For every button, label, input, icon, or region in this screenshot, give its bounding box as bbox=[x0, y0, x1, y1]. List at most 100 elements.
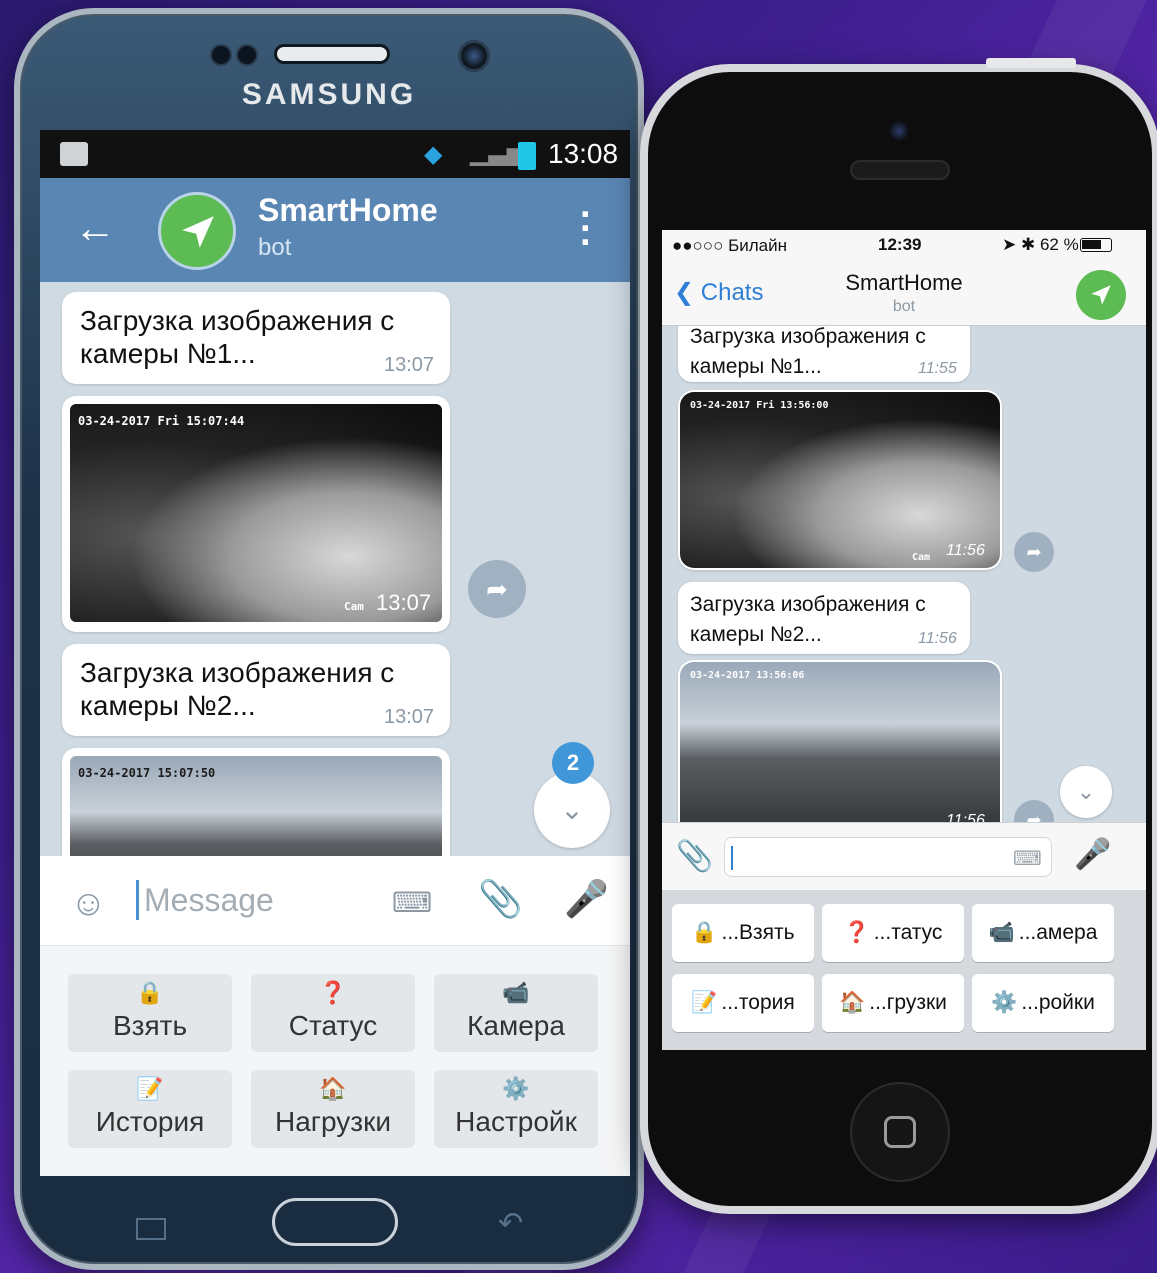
chat-subtitle: bot bbox=[258, 234, 292, 261]
bot-button-label: ...ройки bbox=[1021, 991, 1095, 1014]
carrier-label: ●●○○○ Билайн bbox=[672, 236, 787, 255]
house-icon: 🏠 bbox=[839, 991, 866, 1014]
message-input[interactable]: ⌨ bbox=[724, 837, 1052, 877]
battery-icon bbox=[518, 142, 536, 170]
gear-icon: ⚙️ bbox=[502, 1076, 530, 1101]
message-bubble[interactable]: Загрузка изображения с камеры №2... 11:5… bbox=[678, 582, 970, 654]
message-input-bar: 📎 ⌨ 🎤 bbox=[662, 822, 1146, 890]
keyboard-icon[interactable]: ⌨ bbox=[392, 886, 432, 919]
photo-timestamp: 03-24-2017 Fri 15:07:44 bbox=[78, 414, 245, 428]
home-button[interactable] bbox=[272, 1198, 398, 1246]
bot-button-label: ...тория bbox=[721, 991, 795, 1014]
battery-percent: 62 % bbox=[1039, 235, 1079, 254]
message-time: 11:55 bbox=[918, 360, 957, 377]
bot-keyboard: 🔒 Взять ❓ Статус 📹 Камера 📝 История 🏠 На… bbox=[40, 946, 630, 1176]
camera-photo[interactable]: 03-24-2017 Fri 13:56:00 Cam 11:56 bbox=[680, 392, 1000, 568]
scroll-down-button[interactable]: ⌄ bbox=[1060, 766, 1112, 818]
iphone: ●●○○○ Билайн 12:39 ➤ ✱ 62 % ❮ Chats Smar… bbox=[640, 58, 1157, 1214]
camera-photo[interactable]: 03-24-2017 15:07:50 bbox=[70, 756, 442, 856]
more-vertical-icon[interactable]: · · · bbox=[580, 196, 593, 262]
bot-button-kamera[interactable]: 📹 Камера bbox=[434, 974, 598, 1052]
bot-button-nagruzki[interactable]: 🏠 ...грузки bbox=[822, 974, 964, 1032]
message-list[interactable]: Загрузка изображения с камеры №1... 13:0… bbox=[40, 282, 630, 856]
lock-icon: 🔒 bbox=[691, 921, 718, 944]
share-icon[interactable]: ➦ bbox=[1014, 800, 1054, 822]
microphone-icon[interactable]: 🎤 bbox=[564, 878, 609, 920]
nav-bar: ❮ Chats SmartHome bot bbox=[662, 260, 1146, 326]
battery-icon bbox=[1080, 238, 1112, 252]
chat-title[interactable]: SmartHome bbox=[258, 192, 438, 229]
arrow-left-icon[interactable]: ← bbox=[74, 204, 116, 252]
status-bar: ●●○○○ Билайн 12:39 ➤ ✱ 62 % bbox=[662, 230, 1146, 260]
bot-button-label: Статус bbox=[288, 1010, 378, 1041]
status-time: 12:39 bbox=[878, 235, 922, 254]
lock-icon: 🔒 bbox=[136, 980, 164, 1005]
bot-button-label: ...грузки bbox=[869, 991, 947, 1014]
android-screen: ◆ ▁▃▅ 13:08 ← SmartHome bot · · · Загрузка… bbox=[40, 130, 630, 1176]
video-camera-icon: 📹 bbox=[988, 921, 1015, 944]
location-bluetooth-icon: ➤ ✱ 62 % bbox=[1002, 235, 1079, 254]
samsung-logo: SAMSUNG bbox=[241, 78, 417, 111]
gear-icon: ⚙️ bbox=[991, 991, 1018, 1014]
share-icon[interactable]: ➦ bbox=[468, 560, 526, 618]
bot-button-status[interactable]: ❓ ...татус bbox=[822, 904, 964, 962]
earpiece bbox=[850, 160, 950, 180]
question-icon: ❓ bbox=[843, 921, 870, 944]
message-bubble[interactable]: Загрузка изображения с камеры №2... 13:0… bbox=[62, 644, 450, 736]
bot-button-istoriya[interactable]: 📝 История bbox=[68, 1070, 232, 1148]
status-time: 13:08 bbox=[548, 138, 619, 169]
paperclip-icon[interactable]: 📎 bbox=[478, 878, 523, 920]
photo-time: 11:56 bbox=[946, 542, 985, 559]
photo-time: 13:07 bbox=[376, 590, 432, 615]
unread-badge: 2 bbox=[552, 742, 594, 784]
earpiece-grill bbox=[274, 44, 390, 64]
house-icon: 🏠 bbox=[319, 1076, 347, 1101]
bot-button-status[interactable]: ❓ Статус bbox=[251, 974, 415, 1052]
bot-button-nastroyki[interactable]: ⚙️ ...ройки bbox=[972, 974, 1114, 1032]
message-bubble[interactable]: Загрузка изображения с камеры №1... 11:5… bbox=[678, 326, 970, 382]
wifi-icon: ◆ bbox=[424, 141, 443, 168]
power-button bbox=[986, 58, 1076, 68]
message-time: 13:07 bbox=[384, 354, 435, 376]
camera-photo[interactable]: 03-24-2017 13:56:06 11:56 bbox=[680, 662, 1000, 822]
notification-icon bbox=[60, 142, 88, 166]
bot-keyboard: 🔒 ...Взять ❓ ...татус 📹 ...амера 📝 ...тория … bbox=[662, 890, 1146, 1050]
microphone-icon[interactable]: 🎤 bbox=[1074, 837, 1111, 872]
sticker-icon[interactable]: ☺ bbox=[70, 882, 107, 924]
message-bubble[interactable]: Загрузка изображения с камеры №1... 13:0… bbox=[62, 292, 450, 384]
share-icon[interactable]: ➦ bbox=[1014, 532, 1054, 572]
bot-button-vzyat[interactable]: 🔒 ...Взять bbox=[672, 904, 814, 962]
bot-avatar[interactable] bbox=[1076, 270, 1126, 320]
camera-photo[interactable]: 03-24-2017 Fri 15:07:44 Cam 13:07 bbox=[70, 404, 442, 622]
message-list[interactable]: Загрузка изображения с камеры №1... 11:5… bbox=[662, 326, 1146, 822]
message-text: Загрузка изображения с камеры №2... bbox=[80, 657, 395, 721]
photo-message[interactable]: 03-24-2017 13:56:06 11:56 bbox=[678, 660, 1002, 822]
bot-button-istoriya[interactable]: 📝 ...тория bbox=[672, 974, 814, 1032]
photo-message[interactable]: 03-24-2017 15:07:50 bbox=[62, 748, 450, 856]
photo-time: 11:56 bbox=[946, 812, 985, 822]
bot-button-label: История bbox=[95, 1106, 205, 1137]
home-button[interactable] bbox=[850, 1082, 950, 1182]
front-camera bbox=[888, 120, 910, 142]
bot-button-kamera[interactable]: 📹 ...амера bbox=[972, 904, 1114, 962]
photo-message[interactable]: 03-24-2017 Fri 13:56:00 Cam 11:56 bbox=[678, 390, 1002, 570]
bot-button-label: Взять bbox=[112, 1010, 188, 1041]
bot-avatar[interactable] bbox=[158, 192, 236, 270]
bot-button-label: ...амера bbox=[1018, 921, 1098, 944]
text-caret bbox=[136, 880, 139, 920]
bot-button-label: Нагрузки bbox=[275, 1106, 391, 1137]
photo-message[interactable]: 03-24-2017 Fri 15:07:44 Cam 13:07 bbox=[62, 396, 450, 632]
recent-apps-icon[interactable] bbox=[136, 1218, 166, 1240]
photo-timestamp: 03-24-2017 13:56:06 bbox=[690, 670, 805, 681]
message-input-bar: ☺ Message ⌨ 📎 🎤 bbox=[40, 856, 630, 946]
bot-button-vzyat[interactable]: 🔒 Взять bbox=[68, 974, 232, 1052]
status-bar: ◆ ▁▃▅ 13:08 bbox=[40, 130, 630, 178]
bot-button-nagruzki[interactable]: 🏠 Нагрузки bbox=[251, 1070, 415, 1148]
message-input[interactable]: Message bbox=[144, 882, 274, 919]
back-icon[interactable]: ↶ bbox=[498, 1206, 523, 1241]
paper-plane-icon bbox=[1091, 285, 1111, 305]
bot-button-nastroyki[interactable]: ⚙️ Настройк bbox=[434, 1070, 598, 1148]
paperclip-icon[interactable]: 📎 bbox=[676, 839, 713, 874]
keyboard-icon[interactable]: ⌨ bbox=[1013, 846, 1042, 871]
bot-button-label: Камера bbox=[467, 1010, 565, 1041]
